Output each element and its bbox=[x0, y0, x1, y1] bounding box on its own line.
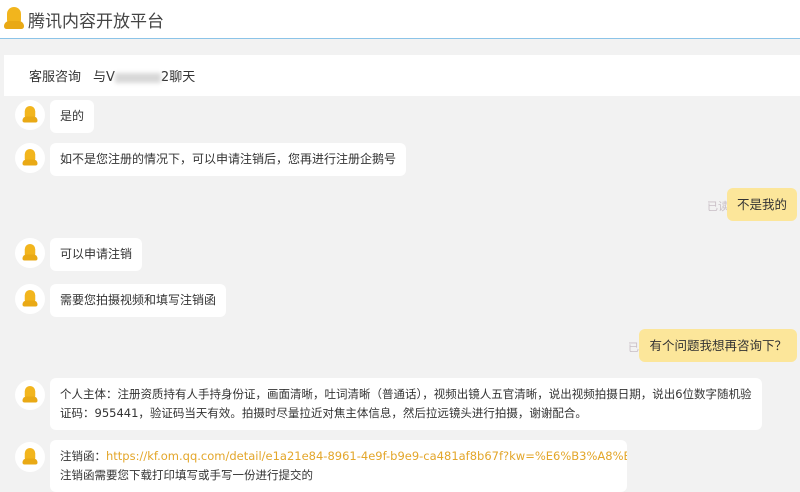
cancellation-letter-link[interactable]: https://kf.om.qq.com/detail/e1a21e84-896… bbox=[106, 449, 627, 463]
penguin-icon bbox=[22, 106, 38, 124]
agent-avatar bbox=[15, 380, 45, 410]
message-bubble: 可以申请注销 bbox=[50, 238, 143, 271]
agent-avatar bbox=[15, 442, 45, 472]
message-label: 注销函： bbox=[60, 449, 106, 463]
message-right-bubble: 不是我的 bbox=[726, 188, 797, 221]
chat-header: 客服咨询 与V 2聊天 bbox=[4, 55, 800, 96]
agent-avatar bbox=[15, 284, 45, 314]
message-bubble: 如不是您注册的情况下，可以申请注销后，您再进行注册企鹅号 bbox=[50, 143, 407, 176]
agent-avatar bbox=[15, 100, 45, 130]
penguin-icon bbox=[22, 290, 38, 308]
chat-with-suffix: 2聊天 bbox=[160, 70, 196, 85]
penguin-icon bbox=[22, 244, 38, 262]
customer-service-label: 客服咨询 bbox=[29, 70, 82, 85]
chat-with-label: 与V 2聊天 bbox=[93, 66, 195, 85]
agent-avatar bbox=[15, 238, 45, 268]
message-bubble: 注销函：https://kf.om.qq.com/detail/e1a21e84… bbox=[50, 440, 627, 492]
penguin-icon bbox=[22, 386, 38, 404]
top-bar: 腾讯内容开放平台 bbox=[0, 0, 800, 39]
message-bubble: 需要您拍摄视频和填写注销函 bbox=[50, 284, 227, 317]
message-right-bubble: 有个问题我想再咨询下？ bbox=[639, 329, 797, 362]
chat-with-prefix: 与V bbox=[93, 70, 115, 85]
penguin-icon bbox=[22, 149, 38, 167]
message-bubble: 是的 bbox=[50, 100, 95, 133]
penguin-icon bbox=[22, 448, 38, 466]
brand-title: 腾讯内容开放平台 bbox=[28, 11, 164, 32]
qq-penguin-logo-icon bbox=[4, 7, 24, 31]
message-bubble: 个人主体：注册资质持有人手持身份证，画面清晰，吐词清晰（普通话），视频出镜人五官… bbox=[50, 378, 762, 430]
read-status: 已读 bbox=[707, 200, 729, 213]
redacted-username bbox=[114, 72, 161, 83]
agent-avatar bbox=[15, 143, 45, 173]
